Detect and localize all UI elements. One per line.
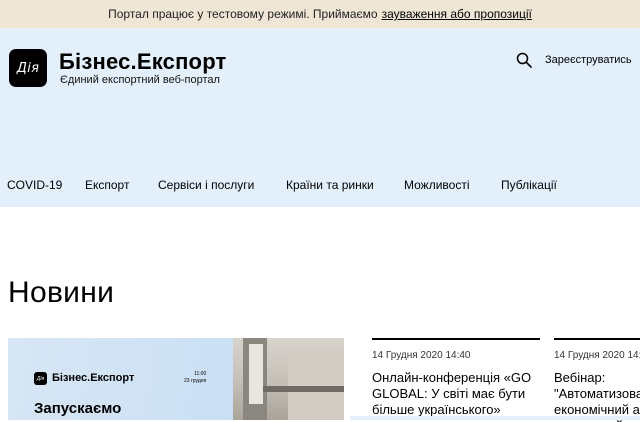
nav-item-publications[interactable]: Публікації: [501, 178, 557, 192]
main-nav: COVID-19 Експорт Сервіси і послуги Країн…: [0, 178, 640, 194]
card-date: 23 грудня: [184, 378, 207, 384]
diia-logo[interactable]: Дія: [9, 49, 47, 87]
card-logo: Дія: [34, 372, 47, 385]
site-title[interactable]: Бізнес.Експорт: [59, 49, 227, 75]
test-mode-banner: Портал працює у тестовому режимі. Прийма…: [0, 0, 640, 28]
news-heading: Новини: [8, 276, 115, 309]
card-headline: Запускаємо: [34, 400, 122, 417]
card-datetime: 11:00 23 грудня: [184, 371, 206, 385]
news-date: 14 Грудня 2020 14:40: [554, 350, 640, 361]
register-link[interactable]: Зареєструватись: [545, 54, 632, 66]
nav-item-opportunities[interactable]: Можливості: [404, 178, 469, 192]
nav-item-export[interactable]: Експорт: [85, 178, 129, 192]
nav-item-countries[interactable]: Країни та ринки: [286, 178, 374, 192]
feedback-link[interactable]: зауваження або пропозиції: [382, 7, 532, 21]
featured-news-card[interactable]: Дія Бізнес.Експорт 11:00 23 грудня Запус…: [8, 338, 344, 420]
site-header: Дія Бізнес.Експорт Єдиний експортний веб…: [0, 28, 640, 207]
card-photo: [233, 338, 344, 420]
news-item[interactable]: 14 Грудня 2020 14:40 Вебінар: "Автоматиз…: [554, 338, 640, 422]
card-time: 11:00: [194, 371, 207, 377]
news-item[interactable]: 14 Грудня 2020 14:40 Онлайн-конференція …: [372, 338, 540, 422]
banner-text: Портал працює у тестовому режимі. Прийма…: [108, 7, 378, 21]
bottom-fade: [350, 416, 640, 420]
news-title[interactable]: Онлайн-конференція «GO GLOBAL: У світі м…: [372, 370, 540, 418]
site-subtitle: Єдиний експортний веб-портал: [60, 74, 220, 86]
news-title[interactable]: Вебінар: "Автоматизований економічний ан…: [554, 370, 640, 422]
news-date: 14 Грудня 2020 14:40: [372, 350, 471, 361]
card-brand: Бізнес.Експорт: [52, 372, 135, 384]
nav-item-services[interactable]: Сервіси і послуги: [158, 178, 254, 192]
search-icon[interactable]: [516, 52, 532, 68]
nav-item-covid[interactable]: COVID-19: [7, 178, 62, 192]
